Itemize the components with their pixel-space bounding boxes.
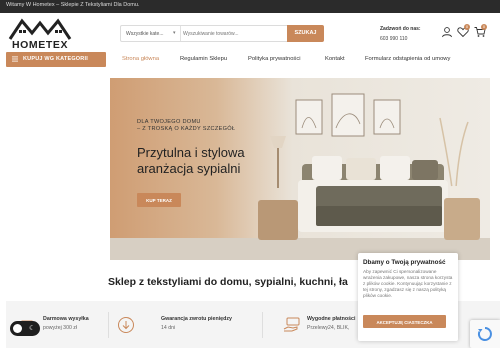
payments-title: Wygodne płatności [307,316,356,322]
hero-title-line1: Przytulna i stylowa [137,145,245,160]
menu-icon [12,56,18,62]
hero-text: DLA TWOJEGO DOMU – Z TROSKĄ O KAŻDY SZCZ… [137,119,245,177]
shop-by-category-button[interactable]: KUPUJ WG KATEGORII [6,52,106,67]
wishlist-count-badge: 0 [464,24,470,30]
contact-info: Zadzwoń do nas: 603 990 110 [380,26,421,42]
feature-divider [262,312,263,338]
free-shipping-title: Darmowa wysyłka [43,316,89,322]
hero-eyebrow-line2: – Z TROSKĄ O KAŻDY SZCZEGÓŁ [137,126,236,132]
recaptcha-icon [477,327,492,341]
hero-title-line2: aranżacja sypialni [137,161,241,176]
search-button[interactable]: SZUKAJ [287,25,324,42]
category-select[interactable]: Wszystkie kate... [121,26,181,41]
house-roof-logo-icon [8,18,72,40]
hero-eyebrow: DLA TWOJEGO DOMU – Z TROSKĄ O KAŻDY SZCZ… [137,119,245,133]
nav-contact[interactable]: Kontakt [325,56,345,62]
toggle-knob [13,324,22,333]
feature-divider [108,312,109,338]
hero-title: Przytulna i stylowa aranżacja sypialni [137,145,245,177]
search-bar: Wszystkie kate... ▾ SZUKAJ [120,25,324,42]
moon-icon: ☾ [29,325,36,332]
accept-cookies-button[interactable]: AKCEPTUJĘ CIASTECZKA [363,315,446,328]
hero-banner: DLA TWOJEGO DOMU – Z TROSKĄ O KAŻDY SZCZ… [110,78,490,260]
top-bar: Witamy W Hometex – Sklepie Z Tekstyliami… [0,0,500,13]
nav-privacy-policy[interactable]: Polityka prywatności [248,56,301,62]
free-shipping-subtitle: powyżej 300 zł [43,325,78,331]
chevron-down-icon: ▾ [173,30,176,36]
payments-subtitle: Przelewy24, BLIK, [307,325,350,331]
recaptcha-badge[interactable] [470,320,500,348]
contact-label: Zadzwoń do nas: [380,26,421,32]
shop-by-category-label: KUPUJ WG KATEGORII [23,56,88,62]
nav-withdrawal-form[interactable]: Formularz odstąpienia od umowy [365,56,450,62]
cart-count-badge: 0 [481,24,487,30]
payment-hand-icon [283,317,300,332]
contact-phone[interactable]: 603 990 110 [380,36,421,42]
money-back-subtitle: 14 dni [161,325,176,331]
nav-store-rules[interactable]: Regulamin Sklepu [180,56,227,62]
hero-eyebrow-line1: DLA TWOJEGO DOMU [137,119,201,125]
buy-now-button[interactable]: KUP TERAZ [137,193,181,207]
nav-home[interactable]: Strona główna [122,56,159,62]
section-title: Sklep z tekstyliami do domu, sypialni, k… [108,276,348,288]
category-select-value: Wszystkie kate... [126,31,164,37]
refund-arrow-icon [118,317,134,333]
cookie-consent-popup: Dbamy o Twoją prywatność Aby zapewnić Ci… [358,253,458,341]
cookie-message: Aby zapewnić Ci spersonalizowane wrażeni… [363,269,453,299]
cookie-title: Dbamy o Twoją prywatność [363,259,446,266]
user-icon[interactable] [441,26,453,38]
welcome-text: Witamy W Hometex – Sklepie Z Tekstyliami… [6,2,140,8]
logo-text: HOMETEX [11,39,69,51]
logo[interactable]: HOMETEX [6,17,74,51]
money-back-title: Gwarancja zwrotu pieniędzy [161,316,232,322]
dark-mode-toggle[interactable]: ☾ [10,321,40,336]
search-input[interactable] [183,28,283,39]
